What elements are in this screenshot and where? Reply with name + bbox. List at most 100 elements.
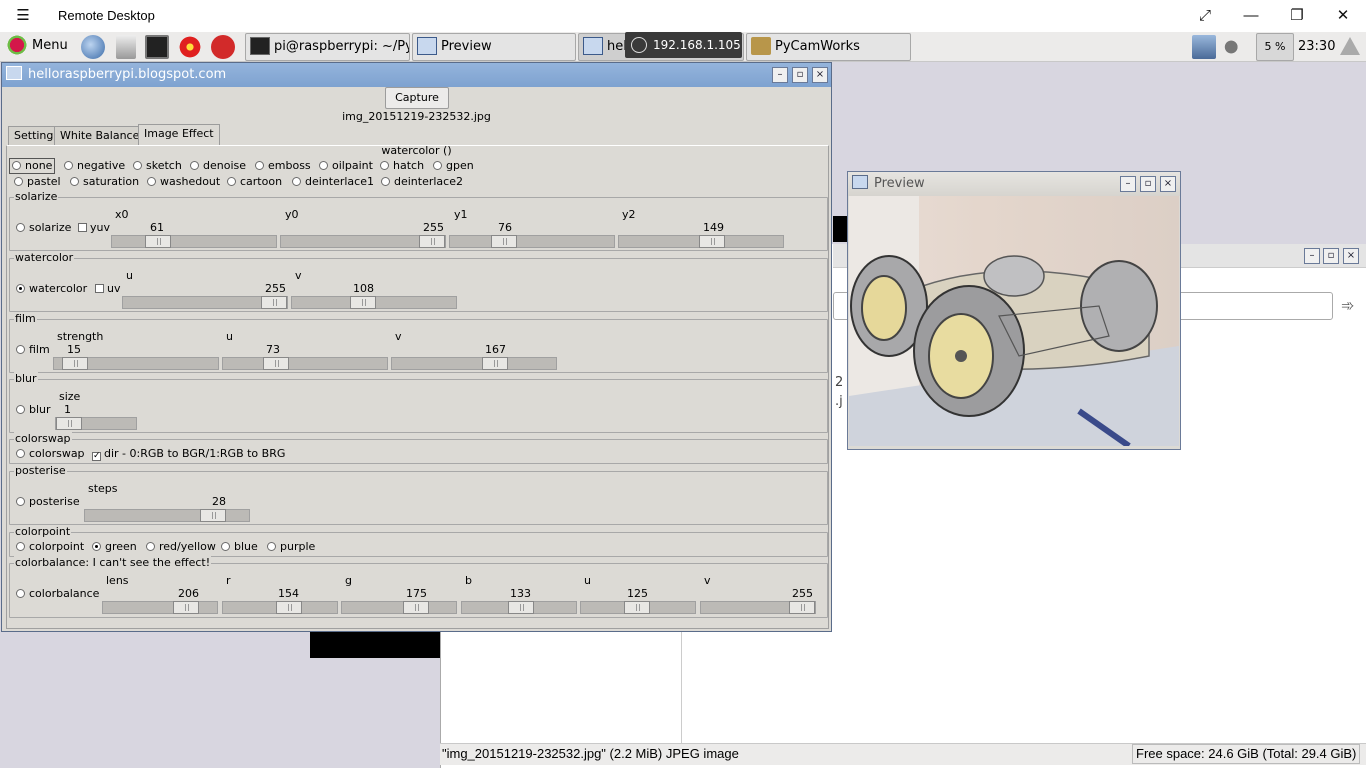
minimize-icon[interactable]: – [772,67,788,83]
colorbalance-u-slider[interactable] [580,601,696,614]
effect-radio-oilpaint[interactable]: oilpaint [319,159,373,173]
browser-icon[interactable] [81,35,105,59]
close-icon[interactable]: × [1343,248,1359,264]
effect-radio-negative[interactable]: negative [64,159,125,173]
watercolor-radio[interactable]: watercolor [16,282,87,296]
effect-radio-deinterlace1[interactable]: deinterlace1 [292,175,374,189]
slider-thumb[interactable] [173,601,199,614]
colorbalance-g-slider[interactable] [341,601,457,614]
watercolor-v-slider[interactable] [291,296,457,309]
minimize-icon[interactable]: — [1240,6,1262,26]
solarize-y1-slider[interactable] [449,235,615,248]
terminal-icon[interactable] [145,35,169,59]
tab-image-effect[interactable]: Image Effect [138,124,220,145]
colorbalance-v-slider[interactable] [700,601,816,614]
film-radio[interactable]: film [16,343,50,357]
file-manager-icon[interactable] [116,35,136,59]
slider-thumb[interactable] [350,296,376,309]
wolfram-icon[interactable] [211,35,235,59]
slider-thumb[interactable] [491,235,517,248]
menu-button[interactable]: Menu [2,33,72,61]
slider-thumb[interactable] [403,601,429,614]
colorswap-radio[interactable]: colorswap [16,447,85,461]
slider-thumb[interactable] [624,601,650,614]
colorbalance-lens-slider[interactable] [102,601,218,614]
slider-thumb[interactable] [261,296,287,309]
solarize-y2-slider[interactable] [618,235,784,248]
effect-radio-none[interactable]: none [9,158,56,174]
tab-setting[interactable]: Setting [8,126,60,145]
tab-white-balance[interactable]: White Balance [54,126,146,145]
colorpoint-green-radio[interactable]: green [92,540,137,554]
colorbalance-r-slider[interactable] [222,601,338,614]
colorpoint-purple-radio[interactable]: purple [267,540,315,554]
main-window: helloraspberrypi.blogspot.com – ▫ × Capt… [1,62,832,632]
background-terminal-fragment [310,632,440,658]
colorbalance-b-slider[interactable] [461,601,577,614]
task-terminal[interactable]: pi@raspberrypi: ~/Py... [245,33,410,61]
effect-radio-deinterlace2[interactable]: deinterlace2 [381,175,463,189]
maximize-icon[interactable]: ▫ [1140,176,1156,192]
colorbalance-radio[interactable]: colorbalance [16,587,99,601]
slider-thumb[interactable] [276,601,302,614]
remote-ip-overlay[interactable]: 192.168.1.105 [625,32,742,58]
minimize-icon[interactable]: – [1120,176,1136,192]
task-pycamworks[interactable]: PyCamWorks [746,33,911,61]
close-icon[interactable]: × [812,67,828,83]
colorpoint-redyellow-radio[interactable]: red/yellow [146,540,216,554]
slider-thumb[interactable] [419,235,445,248]
film-v-slider[interactable] [391,357,557,370]
solarize-x0-slider[interactable] [111,235,277,248]
colorpoint-blue-radio[interactable]: blue [221,540,258,554]
task-preview[interactable]: Preview [412,33,576,61]
effect-radio-gpen[interactable]: gpen [433,159,474,173]
slider-thumb[interactable] [263,357,289,370]
effect-radio-pastel[interactable]: pastel [14,175,61,189]
effect-radio-cartoon[interactable]: cartoon [227,175,282,189]
hamburger-menu-icon[interactable]: ☰ [12,6,34,26]
close-icon[interactable]: ✕ [1332,6,1354,26]
solarize-y0-slider[interactable] [280,235,446,248]
colorpoint-radio[interactable]: colorpoint [16,540,84,554]
raspberry-icon [6,33,28,56]
mathematica-icon[interactable] [178,35,202,59]
slider-thumb[interactable] [145,235,171,248]
slider-thumb[interactable] [699,235,725,248]
volume-icon[interactable] [1224,35,1248,59]
slider-thumb[interactable] [200,509,226,522]
film-strength-slider[interactable] [53,357,219,370]
fullscreen-icon[interactable]: ⤢ [1194,6,1216,26]
slider-thumb[interactable] [56,417,82,430]
slider-thumb[interactable] [482,357,508,370]
effect-radio-denoise[interactable]: denoise [190,159,246,173]
effect-radio-washedout[interactable]: washedout [147,175,220,189]
solarize-radio[interactable]: solarize [16,221,71,235]
posterise-radio[interactable]: posterise [16,495,80,509]
maximize-icon[interactable]: ▫ [792,67,808,83]
blur-radio[interactable]: blur [16,403,51,417]
film-u-slider[interactable] [222,357,388,370]
preview-titlebar[interactable]: Preview – ▫ × [848,172,1180,196]
slider-thumb[interactable] [789,601,815,614]
posterise-steps-slider[interactable] [84,509,250,522]
effect-radio-sketch[interactable]: sketch [133,159,182,173]
go-arrow-icon[interactable]: ➾ [1341,296,1354,315]
close-icon[interactable]: × [1160,176,1176,192]
restore-icon[interactable]: ❐ [1286,6,1308,26]
effect-radio-saturation[interactable]: saturation [70,175,139,189]
maximize-icon[interactable]: ▫ [1323,248,1339,264]
minimize-icon[interactable]: – [1304,248,1320,264]
slider-thumb[interactable] [508,601,534,614]
blur-size-slider[interactable] [55,417,137,430]
solarize-yuv-checkbox[interactable]: yuv [78,221,110,235]
colorswap-dir-checkbox[interactable]: ✓ dir - 0:RGB to BGR/1:RGB to BRG [92,447,285,461]
capture-button[interactable]: Capture [385,87,449,109]
slider-thumb[interactable] [62,357,88,370]
eject-icon[interactable] [1340,37,1360,55]
main-window-titlebar[interactable]: helloraspberrypi.blogspot.com – ▫ × [2,63,831,87]
effect-radio-hatch[interactable]: hatch [380,159,424,173]
watercolor-u-slider[interactable] [122,296,288,309]
network-icon[interactable] [1192,35,1216,59]
effect-radio-emboss[interactable]: emboss [255,159,311,173]
watercolor-uv-checkbox[interactable]: uv [95,282,120,296]
